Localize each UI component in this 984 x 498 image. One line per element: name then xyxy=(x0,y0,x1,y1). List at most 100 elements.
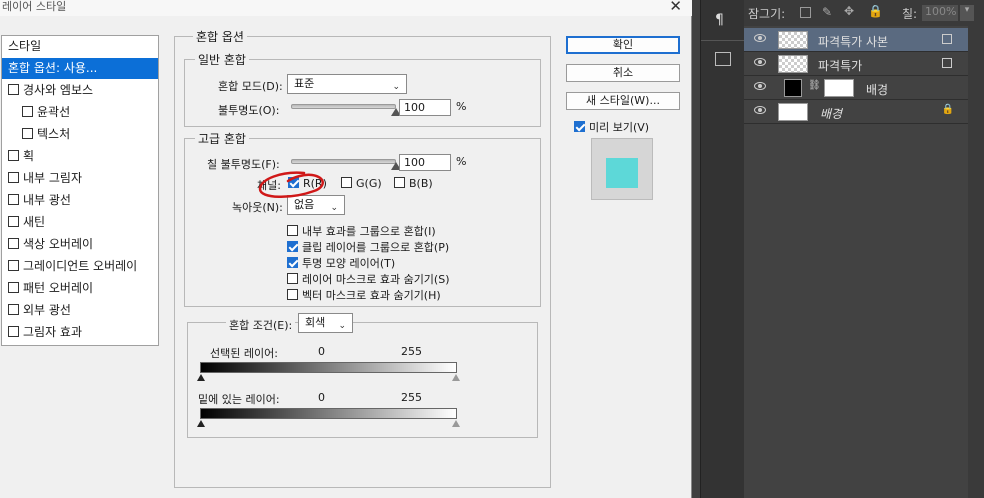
checkbox-icon[interactable] xyxy=(287,273,298,284)
fill-opacity-input[interactable]: 100 xyxy=(399,154,451,171)
advanced-option-label: 투명 모양 레이어(T) xyxy=(302,257,396,270)
blend-mode-value: 표준 xyxy=(294,77,315,90)
style-item-label: 텍스처 xyxy=(37,127,71,141)
underlying-black-slider[interactable] xyxy=(197,420,205,427)
this-layer-low: 0 xyxy=(318,345,325,358)
chevron-down-icon[interactable]: ▾ xyxy=(960,5,974,21)
color-fill-thumbnail xyxy=(784,79,802,97)
checkbox-icon[interactable] xyxy=(8,326,19,337)
channel-g-checkbox[interactable]: G(G) xyxy=(341,177,382,190)
checkbox-icon[interactable] xyxy=(287,289,298,300)
this-layer-black-slider[interactable] xyxy=(197,374,205,381)
style-item[interactable]: 혼합 옵션: 사용... xyxy=(2,58,158,79)
cancel-button[interactable]: 취소 xyxy=(566,64,680,82)
preview-checkbox[interactable]: 미리 보기(V) xyxy=(574,119,649,135)
style-item[interactable]: 색상 오버레이 xyxy=(2,234,158,255)
advanced-option-checkbox[interactable]: 클립 레이어를 그룹으로 혼합(P) xyxy=(287,239,449,255)
eye-icon[interactable] xyxy=(754,106,766,114)
checkbox-checked-icon[interactable] xyxy=(574,121,585,132)
fill-label: 칠: xyxy=(902,7,918,21)
tool-strip: ¶ xyxy=(700,0,745,498)
style-item[interactable]: 획 xyxy=(2,146,158,167)
style-item-label: 새틴 xyxy=(23,215,46,229)
link-icon[interactable]: ⛓ xyxy=(808,80,821,91)
lock-label: 잠그기: xyxy=(748,7,786,21)
this-layer-gradient[interactable] xyxy=(200,362,457,373)
advanced-option-checkbox[interactable]: 내부 효과를 그룹으로 혼합(I) xyxy=(287,223,436,239)
layer-row[interactable]: 배경 🔒 xyxy=(744,100,968,124)
new-style-button[interactable]: 새 스타일(W)... xyxy=(566,92,680,110)
lock-transparent-icon[interactable] xyxy=(800,7,811,18)
opacity-slider[interactable] xyxy=(291,104,396,109)
checkbox-icon[interactable] xyxy=(341,177,352,188)
checkbox-icon[interactable] xyxy=(8,172,19,183)
checkbox-icon[interactable] xyxy=(8,260,19,271)
style-item-label: 혼합 옵션: 사용... xyxy=(8,61,98,75)
style-preview-swatch xyxy=(606,158,638,188)
mask-thumbnail xyxy=(824,79,854,97)
underlying-layer-high: 255 xyxy=(401,391,422,404)
checkbox-checked-icon[interactable] xyxy=(287,241,298,252)
layers-panel: 잠그기: ✎ ✥ 🔒 칠: 100% ▾ 파격특가 사본 파격특가 ⛓ 배경 배경 🔒 xyxy=(744,0,984,498)
advanced-option-label: 벡터 마스크로 효과 숨기기(H) xyxy=(302,289,441,302)
layer-row[interactable]: ⛓ 배경 xyxy=(744,76,968,100)
blend-if-label: 혼합 조건(E): xyxy=(226,317,296,333)
checkbox-icon[interactable] xyxy=(8,238,19,249)
fill-opacity-slider[interactable] xyxy=(291,159,396,164)
style-item[interactable]: 새틴 xyxy=(2,212,158,233)
style-item[interactable]: 패턴 오버레이 xyxy=(2,278,158,299)
eye-icon[interactable] xyxy=(754,82,766,90)
general-blending-title: 일반 혼합 xyxy=(195,51,249,68)
advanced-option-checkbox[interactable]: 레이어 마스크로 효과 숨기기(S) xyxy=(287,271,450,287)
grid-icon[interactable] xyxy=(715,52,731,66)
style-item[interactable]: 외부 광선 xyxy=(2,300,158,321)
opacity-input[interactable]: 100 xyxy=(399,99,451,116)
checkbox-checked-icon[interactable] xyxy=(287,257,298,268)
checkbox-icon[interactable] xyxy=(8,304,19,315)
style-item[interactable]: 그레이디언트 오버레이 xyxy=(2,256,158,277)
style-item[interactable]: 내부 광선 xyxy=(2,190,158,211)
advanced-option-checkbox[interactable]: 투명 모양 레이어(T) xyxy=(287,255,395,271)
ok-button[interactable]: 확인 xyxy=(566,36,680,54)
style-item[interactable]: 내부 그림자 xyxy=(2,168,158,189)
checkbox-icon[interactable] xyxy=(8,84,19,95)
underlying-white-slider[interactable] xyxy=(452,420,460,427)
checkbox-icon[interactable] xyxy=(8,150,19,161)
fill-value[interactable]: 100% xyxy=(922,5,958,21)
styles-header[interactable]: 스타일 xyxy=(2,36,158,57)
style-item[interactable]: 텍스처 xyxy=(2,124,158,145)
layer-row[interactable]: 파격특가 xyxy=(744,52,968,76)
checkbox-icon[interactable] xyxy=(8,282,19,293)
style-item-label: 패턴 오버레이 xyxy=(23,281,94,295)
smart-object-thumbnail xyxy=(778,55,808,73)
lock-move-icon[interactable]: ✥ xyxy=(844,4,854,18)
lock-brush-icon[interactable]: ✎ xyxy=(822,5,832,19)
advanced-option-checkbox[interactable]: 벡터 마스크로 효과 숨기기(H) xyxy=(287,287,441,303)
this-layer-high: 255 xyxy=(401,345,422,358)
blend-if-select[interactable]: 회색 ⌄ xyxy=(298,313,353,333)
channel-b-checkbox[interactable]: B(B) xyxy=(394,177,433,190)
paragraph-icon[interactable]: ¶ xyxy=(715,12,724,28)
lock-all-icon[interactable]: 🔒 xyxy=(868,4,883,18)
smart-object-thumbnail xyxy=(778,31,808,49)
this-layer-white-slider[interactable] xyxy=(452,374,460,381)
eye-icon[interactable] xyxy=(754,58,766,66)
close-icon[interactable]: ✕ xyxy=(669,0,682,14)
style-item[interactable]: 윤곽선 xyxy=(2,102,158,123)
layers-scrollbar[interactable] xyxy=(968,26,984,498)
layer-row[interactable]: 파격특가 사본 xyxy=(744,28,968,52)
eye-icon[interactable] xyxy=(754,34,766,42)
checkbox-icon[interactable] xyxy=(8,194,19,205)
underlying-layer-gradient[interactable] xyxy=(200,408,457,419)
blend-if-value: 회색 xyxy=(305,316,326,329)
underlying-layer-low: 0 xyxy=(318,391,325,404)
checkbox-icon[interactable] xyxy=(22,128,33,139)
blend-mode-select[interactable]: 표준 ⌄ xyxy=(287,74,407,94)
checkbox-icon[interactable] xyxy=(22,106,33,117)
style-item[interactable]: 그림자 효과 xyxy=(2,322,158,343)
style-item-label: 내부 광선 xyxy=(23,193,71,207)
checkbox-icon[interactable] xyxy=(8,216,19,227)
checkbox-icon[interactable] xyxy=(287,225,298,236)
style-item[interactable]: 경사와 엠보스 xyxy=(2,80,158,101)
checkbox-icon[interactable] xyxy=(394,177,405,188)
